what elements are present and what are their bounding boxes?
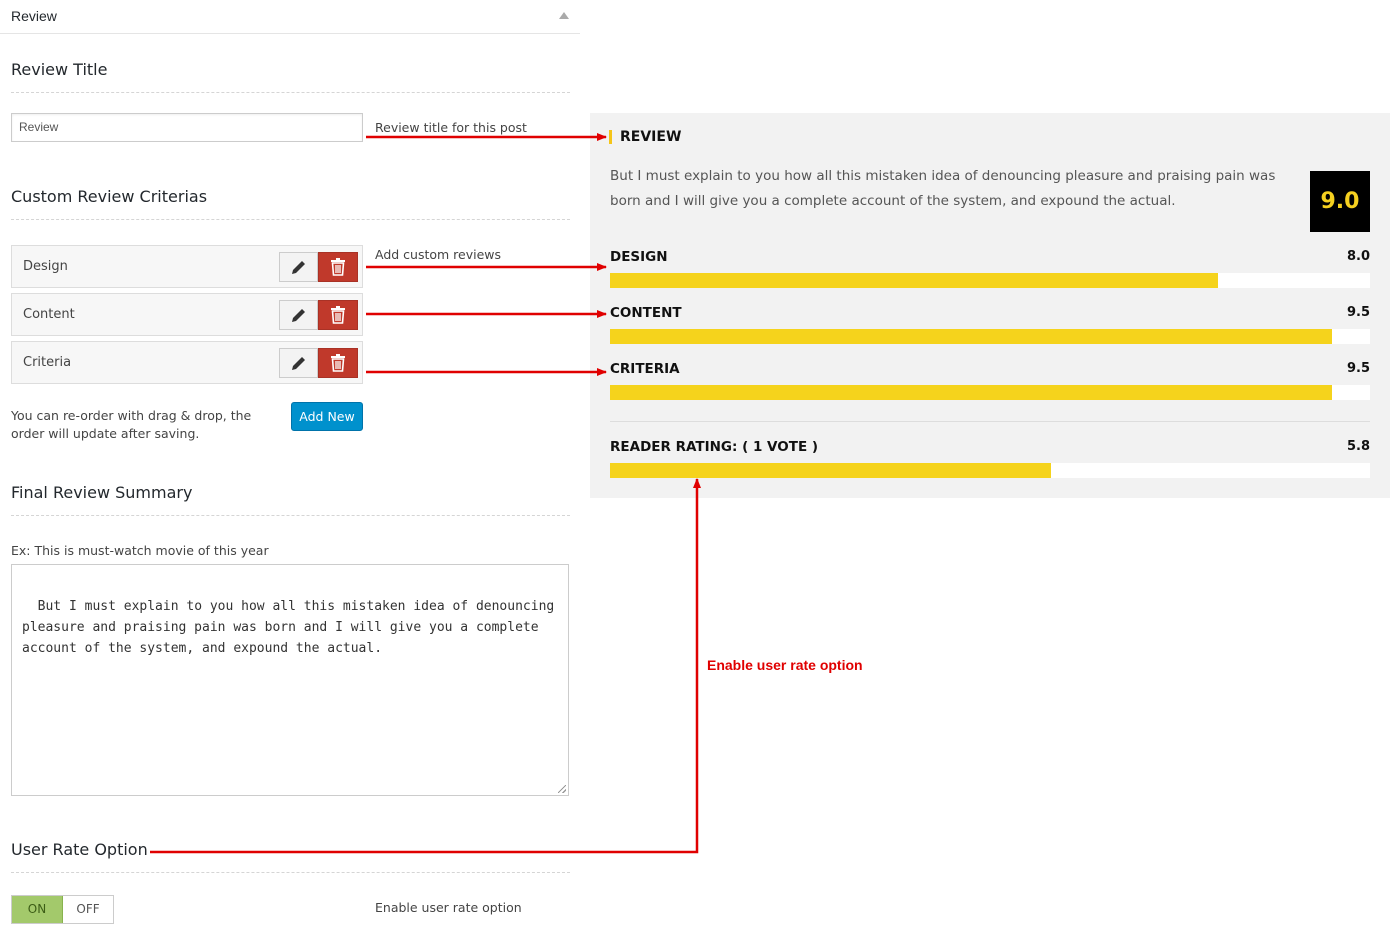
reader-rating-score: 5.8 — [1346, 439, 1370, 454]
review-panel-header[interactable]: Review — [0, 0, 580, 34]
resize-grip-icon[interactable] — [558, 785, 566, 793]
divider — [11, 219, 570, 220]
collapse-arrow-icon[interactable] — [559, 12, 569, 19]
criteria-row-design[interactable]: Design — [11, 245, 363, 288]
reorder-help: You can re-order with drag & drop, the o… — [11, 408, 252, 441]
rating-bar-track — [610, 273, 1370, 288]
final-summary-heading: Final Review Summary — [11, 483, 193, 502]
criteria-row-content[interactable]: Content — [11, 293, 363, 336]
divider — [610, 421, 1370, 422]
criteria-score: 9.5 — [1346, 361, 1370, 376]
edit-criteria-button[interactable] — [279, 300, 318, 330]
criteria-row-criteria[interactable]: Criteria — [11, 341, 363, 384]
preview-heading: REVIEW — [620, 129, 682, 145]
toggle-off-option[interactable]: OFF — [63, 896, 113, 923]
criteria-score: 8.0 — [1346, 249, 1370, 264]
annotation-label: Enable user rate option — [707, 657, 863, 673]
panel-title: Review — [11, 8, 57, 24]
reader-rating-label: READER RATING: ( 1 VOTE ) — [610, 439, 819, 455]
delete-criteria-button[interactable] — [318, 300, 358, 330]
rating-bar-fill — [610, 385, 1332, 400]
criteria-label: Criteria — [23, 355, 72, 370]
overall-score-badge: 9.0 — [1310, 171, 1370, 232]
rating-bar-track — [610, 385, 1370, 400]
summary-textarea[interactable]: But I must explain to you how all this m… — [11, 564, 569, 796]
summary-text: But I must explain to you how all this m… — [22, 599, 555, 656]
rating-bar-fill — [610, 329, 1332, 344]
divider — [11, 872, 570, 873]
trash-icon — [331, 306, 345, 324]
delete-criteria-button[interactable] — [318, 252, 358, 282]
review-title-input[interactable]: Review — [11, 113, 363, 142]
criteria-score: 9.5 — [1346, 305, 1370, 320]
trash-icon — [331, 258, 345, 276]
user-rate-help: Enable user rate option — [375, 900, 522, 915]
criteria-label: Content — [23, 307, 75, 322]
review-preview: REVIEW But I must explain to you how all… — [590, 113, 1390, 498]
criteria-name: CRITERIA — [610, 361, 680, 377]
rating-bar-track — [610, 329, 1370, 344]
user-rate-heading: User Rate Option — [11, 840, 148, 859]
preview-description: But I must explain to you how all this m… — [610, 168, 1276, 209]
edit-criteria-button[interactable] — [279, 348, 318, 378]
divider — [11, 515, 570, 516]
pencil-icon — [291, 357, 305, 370]
add-new-button[interactable]: Add New — [291, 402, 363, 431]
criteria-help: Add custom reviews — [375, 247, 502, 262]
user-rate-toggle[interactable]: ON OFF — [11, 895, 114, 924]
rating-bar-fill — [610, 273, 1218, 288]
delete-criteria-button[interactable] — [318, 348, 358, 378]
criteria-label: Design — [23, 259, 68, 274]
custom-criteria-heading: Custom Review Criterias — [11, 187, 208, 206]
pencil-icon — [291, 260, 306, 274]
edit-criteria-button[interactable] — [279, 252, 318, 282]
criteria-name: DESIGN — [610, 249, 668, 265]
reader-rating-bar-track[interactable] — [610, 463, 1370, 478]
toggle-on-option[interactable]: ON — [12, 896, 63, 923]
reader-rating-bar-fill — [610, 463, 1051, 478]
divider — [11, 92, 570, 93]
summary-hint: Ex: This is must-watch movie of this yea… — [11, 543, 269, 558]
review-title-heading: Review Title — [11, 60, 108, 79]
pencil-icon — [291, 309, 305, 322]
review-title-help: Review title for this post — [375, 120, 527, 135]
trash-icon — [331, 354, 345, 372]
heading-accent — [609, 130, 612, 144]
criteria-name: CONTENT — [610, 305, 682, 321]
